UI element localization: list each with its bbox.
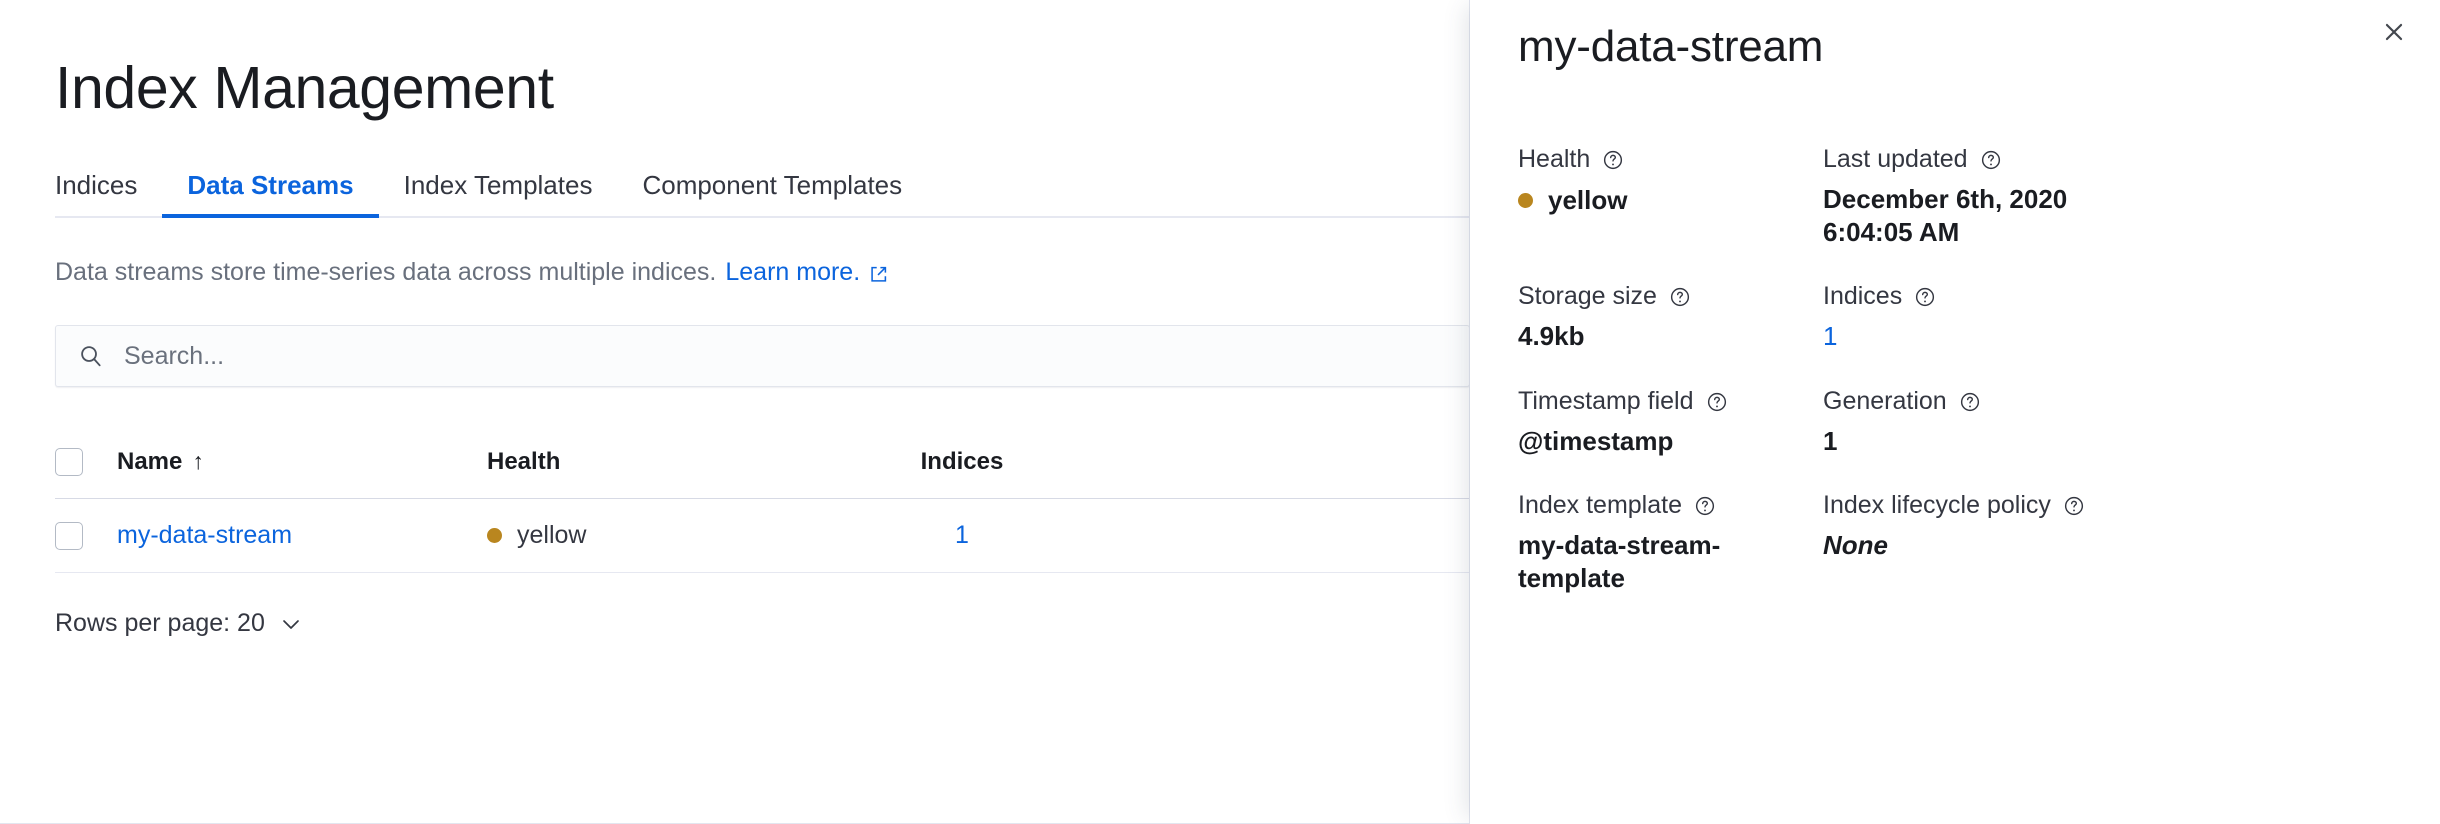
table-row: my-data-stream yellow 1 xyxy=(55,499,1470,573)
sort-ascending-icon: ↑ xyxy=(192,448,204,475)
field-health: Health yellow xyxy=(1518,144,1823,281)
field-last-updated: Last updated December 6th, 2020 6:04:05 … xyxy=(1823,144,2408,281)
question-in-circle-icon[interactable] xyxy=(1694,494,1716,516)
chevron-down-icon xyxy=(279,612,303,636)
indices-count-link[interactable]: 1 xyxy=(955,521,969,549)
field-index-template: Index template my-data-stream-template xyxy=(1518,490,1823,627)
table-header-row: Name ↑ Health Indices xyxy=(55,425,1470,499)
external-link-icon[interactable] xyxy=(869,265,888,284)
field-storage-size-label: Storage size xyxy=(1518,281,1657,311)
question-in-circle-icon[interactable] xyxy=(1980,148,2002,170)
cell-name: my-data-stream xyxy=(117,521,487,550)
field-timestamp-field: Timestamp field @timestamp xyxy=(1518,386,1823,491)
field-timestamp-field-value: @timestamp xyxy=(1518,425,1823,458)
description-text: Data streams store time-series data acro… xyxy=(55,255,716,290)
field-indices-value-link[interactable]: 1 xyxy=(1823,321,1837,351)
search-icon xyxy=(78,343,104,369)
select-all-cell xyxy=(55,448,117,476)
search-bar[interactable] xyxy=(55,325,1470,387)
data-stream-name-link[interactable]: my-data-stream xyxy=(117,521,292,549)
column-header-indices: Indices xyxy=(847,448,1077,476)
flyout-title: my-data-stream xyxy=(1518,22,1823,72)
question-in-circle-icon[interactable] xyxy=(1669,285,1691,307)
flyout-health-dot xyxy=(1518,193,1533,208)
search-input[interactable] xyxy=(124,326,1024,386)
tab-index-templates[interactable]: Index Templates xyxy=(379,172,618,216)
field-last-updated-label: Last updated xyxy=(1823,144,1968,174)
column-header-name-label: Name xyxy=(117,448,182,476)
rows-per-page-control[interactable]: Rows per page: 20 xyxy=(55,609,303,638)
close-icon[interactable] xyxy=(2370,8,2418,56)
learn-more-link[interactable]: Learn more. xyxy=(725,255,860,290)
health-status-label: yellow xyxy=(517,521,586,550)
field-indices: Indices 1 xyxy=(1823,281,2408,386)
column-header-health-label: Health xyxy=(487,448,560,476)
select-all-checkbox[interactable] xyxy=(55,448,83,476)
rows-per-page-label: Rows per page: 20 xyxy=(55,609,265,638)
cell-health: yellow xyxy=(487,521,847,550)
row-checkbox[interactable] xyxy=(55,522,83,550)
question-in-circle-icon[interactable] xyxy=(2063,494,2085,516)
field-index-lifecycle-policy-label: Index lifecycle policy xyxy=(1823,490,2051,520)
data-streams-table: Name ↑ Health Indices xyxy=(55,425,1470,638)
cell-indices: 1 xyxy=(847,521,1077,550)
tab-data-streams[interactable]: Data Streams xyxy=(162,172,378,216)
field-last-updated-value: December 6th, 2020 6:04:05 AM xyxy=(1823,183,2153,248)
field-generation-value: 1 xyxy=(1823,425,2408,458)
field-health-value-wrap: yellow xyxy=(1518,183,1823,217)
tab-indices[interactable]: Indices xyxy=(55,172,162,216)
column-header-indices-label: Indices xyxy=(921,448,1004,476)
row-select-cell xyxy=(55,522,117,550)
question-in-circle-icon[interactable] xyxy=(1602,148,1624,170)
field-index-lifecycle-policy: Index lifecycle policy None xyxy=(1823,490,2408,627)
field-index-template-value: my-data-stream-template xyxy=(1518,529,1823,594)
field-generation-label: Generation xyxy=(1823,386,1947,416)
question-in-circle-icon[interactable] xyxy=(1706,390,1728,412)
flyout-detail-grid: Health yellow xyxy=(1518,144,2408,627)
question-in-circle-icon[interactable] xyxy=(1914,285,1936,307)
page-description: Data streams store time-series data acro… xyxy=(55,255,1470,290)
field-health-label: Health xyxy=(1518,144,1590,174)
question-in-circle-icon[interactable] xyxy=(1959,390,1981,412)
field-storage-size: Storage size 4.9kb xyxy=(1518,281,1823,386)
field-storage-size-value: 4.9kb xyxy=(1518,320,1823,353)
field-timestamp-field-label: Timestamp field xyxy=(1518,386,1694,416)
tab-component-templates[interactable]: Component Templates xyxy=(617,172,927,216)
index-management-page: Index Management Indices Data Streams In… xyxy=(0,0,1470,824)
field-indices-label: Indices xyxy=(1823,281,1902,311)
field-index-lifecycle-policy-value: None xyxy=(1823,529,2408,562)
field-health-value: yellow xyxy=(1548,184,1627,217)
field-index-template-label: Index template xyxy=(1518,490,1682,520)
field-generation: Generation 1 xyxy=(1823,386,2408,491)
health-status-dot xyxy=(487,528,502,543)
data-stream-detail-flyout: my-data-stream Health xyxy=(1470,0,2440,824)
page-title: Index Management xyxy=(55,55,1470,121)
app-root: Index Management Indices Data Streams In… xyxy=(0,0,2440,824)
column-header-health: Health xyxy=(487,448,847,476)
column-header-name[interactable]: Name ↑ xyxy=(117,448,487,476)
tab-bar: Indices Data Streams Index Templates Com… xyxy=(55,158,1470,218)
page-content: Index Management Indices Data Streams In… xyxy=(55,0,1470,638)
